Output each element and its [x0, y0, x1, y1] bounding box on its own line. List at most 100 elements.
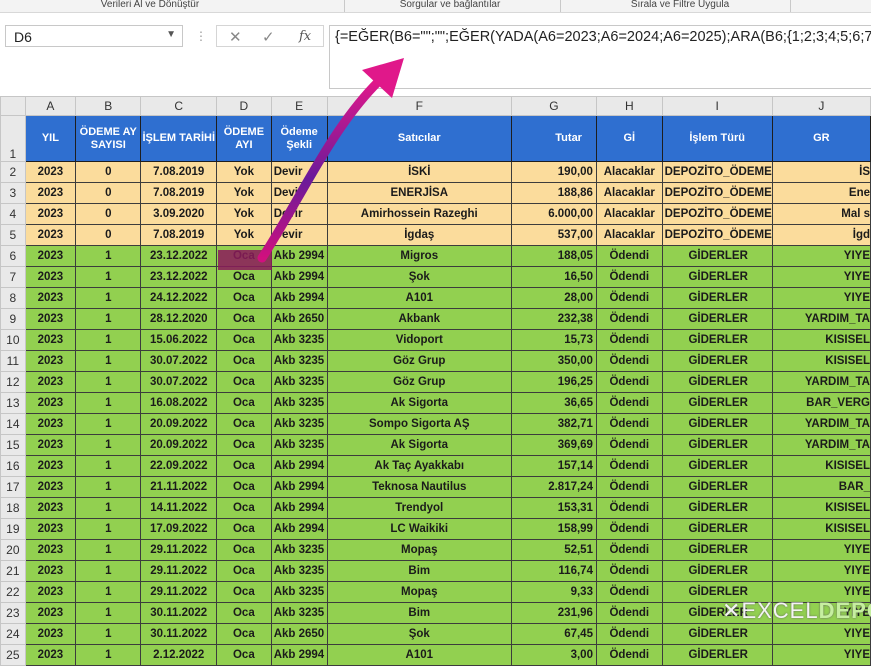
- cell[interactable]: GİDERLER: [661, 392, 773, 414]
- ribbon-group-get-transform[interactable]: Verileri Al ve Dönüştür: [60, 0, 240, 10]
- column-header[interactable]: J: [771, 96, 871, 116]
- cell[interactable]: 2023: [24, 518, 77, 540]
- cell[interactable]: 2023: [24, 476, 77, 498]
- cell[interactable]: GİDERLER: [661, 434, 773, 456]
- cell[interactable]: Oca: [216, 329, 272, 351]
- cell[interactable]: GİDERLER: [661, 518, 773, 540]
- column-header[interactable]: B: [75, 96, 142, 116]
- column-header[interactable]: E: [270, 96, 328, 116]
- cell[interactable]: 7.08.2019: [140, 182, 218, 204]
- cell[interactable]: YIYE: [771, 539, 871, 561]
- cell[interactable]: Akb 2994: [270, 245, 328, 267]
- column-header[interactable]: I: [661, 96, 773, 116]
- cell[interactable]: Ene: [771, 182, 871, 204]
- cell[interactable]: 3.09.2020: [140, 203, 218, 225]
- row-number[interactable]: 14: [0, 413, 26, 435]
- cell[interactable]: BAR_VERG: [771, 392, 871, 414]
- cell[interactable]: Migros: [326, 245, 512, 267]
- cell[interactable]: 2023: [24, 350, 77, 372]
- header-cell[interactable]: YIL: [24, 115, 77, 162]
- cell[interactable]: Akbank: [326, 308, 512, 330]
- cell[interactable]: 16,50: [510, 266, 597, 288]
- cell[interactable]: DEPOZİTO_ÖDEME: [661, 203, 773, 225]
- cell[interactable]: 2023: [24, 371, 77, 393]
- cell[interactable]: Ödendi: [595, 308, 663, 330]
- cell[interactable]: Ödendi: [595, 455, 663, 477]
- cell[interactable]: KISISEL: [771, 497, 871, 519]
- cell[interactable]: Akb 2994: [270, 266, 328, 288]
- cell[interactable]: Oca: [216, 518, 272, 540]
- row-number[interactable]: 18: [0, 497, 26, 519]
- cell[interactable]: Devir: [270, 224, 328, 246]
- cell[interactable]: 22.09.2022: [140, 455, 218, 477]
- cell[interactable]: A101: [326, 287, 512, 309]
- cell[interactable]: 1: [75, 371, 142, 393]
- ribbon-group-queries[interactable]: Sorgular ve bağlantılar: [350, 0, 550, 10]
- cell[interactable]: Göz Grup: [326, 350, 512, 372]
- cell[interactable]: İgd: [771, 224, 871, 246]
- cell[interactable]: 196,25: [510, 371, 597, 393]
- cell[interactable]: 2.817,24: [510, 476, 597, 498]
- cell[interactable]: İSKİ: [326, 161, 512, 183]
- cell[interactable]: 17.09.2022: [140, 518, 218, 540]
- cell[interactable]: GİDERLER: [661, 287, 773, 309]
- cell[interactable]: Akb 3235: [270, 602, 328, 624]
- cell[interactable]: Oca: [216, 245, 272, 267]
- column-header[interactable]: H: [595, 96, 663, 116]
- cell[interactable]: 158,99: [510, 518, 597, 540]
- cell[interactable]: Yok: [216, 224, 272, 246]
- cell[interactable]: Oca: [216, 413, 272, 435]
- cell[interactable]: Akb 2650: [270, 623, 328, 645]
- cell[interactable]: Yok: [216, 161, 272, 183]
- cell[interactable]: 1: [75, 602, 142, 624]
- column-header[interactable]: F: [326, 96, 512, 116]
- cell[interactable]: Akb 3235: [270, 581, 328, 603]
- cell[interactable]: 28.12.2020: [140, 308, 218, 330]
- cell[interactable]: Şok: [326, 623, 512, 645]
- cell[interactable]: 190,00: [510, 161, 597, 183]
- name-box[interactable]: D6 ▼: [5, 25, 183, 47]
- cell[interactable]: 2023: [24, 455, 77, 477]
- cell[interactable]: GİDERLER: [661, 308, 773, 330]
- cell[interactable]: 1: [75, 476, 142, 498]
- cell[interactable]: KISISEL: [771, 350, 871, 372]
- cell[interactable]: Akb 2994: [270, 644, 328, 666]
- cell[interactable]: 2023: [24, 497, 77, 519]
- spreadsheet-grid[interactable]: A B C D E F G H I J 1 YIL ÖDEME AY SAYIS…: [0, 96, 871, 666]
- cell[interactable]: GİDERLER: [661, 266, 773, 288]
- cell[interactable]: Trendyol: [326, 497, 512, 519]
- cell[interactable]: Akb 2994: [270, 455, 328, 477]
- cell[interactable]: GİDERLER: [661, 413, 773, 435]
- column-header[interactable]: D: [216, 96, 272, 116]
- cell[interactable]: YARDIM_TA: [771, 308, 871, 330]
- cell[interactable]: 28,00: [510, 287, 597, 309]
- cell[interactable]: Devir: [270, 161, 328, 183]
- cell[interactable]: GİDERLER: [661, 644, 773, 666]
- header-cell[interactable]: ÖDEME AY SAYISI: [75, 115, 142, 162]
- cell[interactable]: 15,73: [510, 329, 597, 351]
- cell[interactable]: 537,00: [510, 224, 597, 246]
- row-number[interactable]: 1: [0, 115, 26, 162]
- cell[interactable]: Oca: [216, 434, 272, 456]
- cell[interactable]: YIYE: [771, 287, 871, 309]
- cell[interactable]: Ödendi: [595, 560, 663, 582]
- cell[interactable]: 7.08.2019: [140, 224, 218, 246]
- row-number[interactable]: 16: [0, 455, 26, 477]
- cell[interactable]: 29.11.2022: [140, 581, 218, 603]
- cell[interactable]: 1: [75, 350, 142, 372]
- cell[interactable]: YIYE: [771, 560, 871, 582]
- cell[interactable]: 7.08.2019: [140, 161, 218, 183]
- cell[interactable]: 2023: [24, 245, 77, 267]
- row-number[interactable]: 2: [0, 161, 26, 183]
- cell[interactable]: 2023: [24, 161, 77, 183]
- cell[interactable]: Akb 2994: [270, 287, 328, 309]
- cell[interactable]: Akb 3235: [270, 350, 328, 372]
- cell[interactable]: Oca: [216, 644, 272, 666]
- cell[interactable]: 2023: [24, 329, 77, 351]
- cell[interactable]: A101: [326, 644, 512, 666]
- cancel-icon[interactable]: ✕: [229, 28, 242, 46]
- cell[interactable]: 2023: [24, 644, 77, 666]
- cell[interactable]: 1: [75, 266, 142, 288]
- row-number[interactable]: 7: [0, 266, 26, 288]
- cell[interactable]: GİDERLER: [661, 350, 773, 372]
